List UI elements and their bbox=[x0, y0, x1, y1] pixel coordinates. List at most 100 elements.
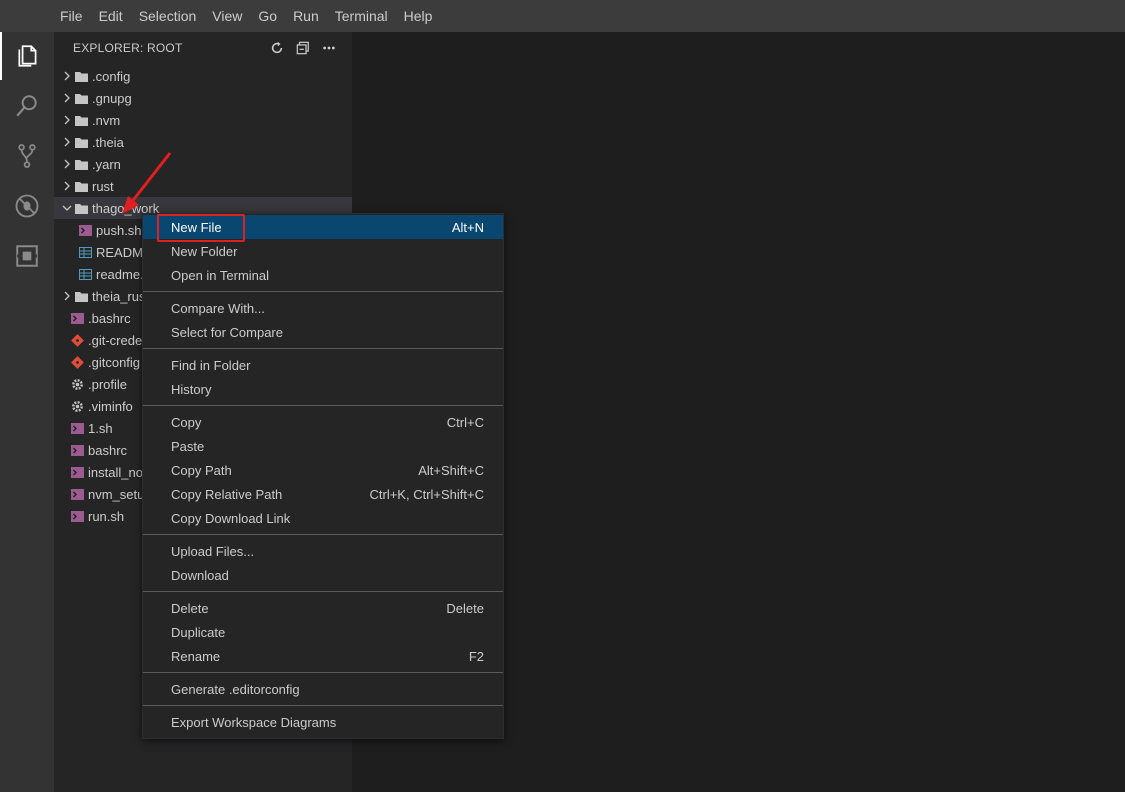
annotation-highlight-box bbox=[157, 214, 245, 242]
shell-icon bbox=[70, 311, 84, 325]
chevron-right-icon[interactable] bbox=[60, 87, 74, 109]
debug-icon[interactable] bbox=[0, 182, 54, 230]
menu-go[interactable]: Go bbox=[250, 0, 285, 32]
chevron-right-icon[interactable] bbox=[60, 153, 74, 175]
search-icon[interactable] bbox=[0, 82, 54, 130]
folder-icon bbox=[74, 289, 88, 303]
refresh-icon[interactable] bbox=[268, 39, 286, 57]
menu-run[interactable]: Run bbox=[285, 0, 327, 32]
tree-item-label: .git-crede bbox=[88, 332, 143, 348]
menu-item-upload-files[interactable]: Upload Files... bbox=[143, 539, 503, 563]
tree-item-label: .theia bbox=[92, 134, 124, 150]
tree-item-label: .viminfo bbox=[88, 398, 133, 414]
explorer-actions bbox=[268, 39, 338, 57]
tree-item-label: .gnupg bbox=[92, 90, 132, 106]
menu-item-compare-with[interactable]: Compare With... bbox=[143, 296, 503, 320]
gear-icon bbox=[70, 399, 84, 413]
tree-item-label: .config bbox=[92, 68, 131, 84]
menu-item-duplicate[interactable]: Duplicate bbox=[143, 620, 503, 644]
menu-help[interactable]: Help bbox=[396, 0, 441, 32]
chevron-down-icon[interactable] bbox=[60, 197, 74, 219]
shell-icon bbox=[70, 443, 84, 457]
tree-folder-item[interactable]: .theia bbox=[54, 131, 352, 153]
menu-item-label: Generate .editorconfig bbox=[171, 681, 300, 697]
menu-item-shortcut: Ctrl+C bbox=[446, 414, 484, 430]
chevron-right-icon[interactable] bbox=[60, 131, 74, 153]
tree-item-label: theia_rus bbox=[92, 288, 146, 304]
menu-item-label: History bbox=[171, 381, 212, 397]
tree-item-label: nvm_setu bbox=[88, 486, 145, 502]
tree-folder-item[interactable]: rust bbox=[54, 175, 352, 197]
explorer-title: EXPLORER: ROOT bbox=[73, 41, 183, 55]
menu-item-rename[interactable]: Rename F2 bbox=[143, 644, 503, 668]
git-icon bbox=[70, 355, 84, 369]
menu-separator bbox=[143, 705, 503, 706]
menu-item-label: Rename bbox=[171, 648, 221, 664]
menu-item-select-for-compare[interactable]: Select for Compare bbox=[143, 320, 503, 344]
menu-item-open-in-terminal[interactable]: Open in Terminal bbox=[143, 263, 503, 287]
menu-item-export-workspace-diagrams[interactable]: Export Workspace Diagrams bbox=[143, 710, 503, 734]
menu-item-delete[interactable]: Delete Delete bbox=[143, 596, 503, 620]
menu-item-label: Upload Files... bbox=[171, 543, 255, 559]
menu-item-label: Select for Compare bbox=[171, 324, 283, 340]
menu-item-label: Copy Path bbox=[171, 462, 232, 478]
chevron-right-icon[interactable] bbox=[60, 285, 74, 307]
tree-item-label: readme. bbox=[96, 266, 144, 282]
shell-icon bbox=[70, 487, 84, 501]
tree-folder-item[interactable]: .gnupg bbox=[54, 87, 352, 109]
menu-item-label: Open in Terminal bbox=[171, 267, 270, 283]
menu-separator bbox=[143, 291, 503, 292]
chevron-right-icon[interactable] bbox=[60, 65, 74, 87]
extensions-icon[interactable] bbox=[0, 232, 54, 280]
menu-item-download[interactable]: Download bbox=[143, 563, 503, 587]
menu-item-shortcut: Alt+Shift+C bbox=[418, 462, 484, 478]
shell-icon bbox=[70, 465, 84, 479]
menu-item-label: Export Workspace Diagrams bbox=[171, 714, 337, 730]
menu-item-label: Download bbox=[171, 567, 229, 583]
menu-file[interactable]: File bbox=[52, 0, 91, 32]
menu-item-paste[interactable]: Paste bbox=[143, 434, 503, 458]
menu-edit[interactable]: Edit bbox=[91, 0, 131, 32]
tree-folder-item[interactable]: .config bbox=[54, 65, 352, 87]
gear-icon bbox=[70, 377, 84, 391]
tree-item-label: run.sh bbox=[88, 508, 125, 524]
menu-item-copy-relative-path[interactable]: Copy Relative Path Ctrl+K, Ctrl+Shift+C bbox=[143, 482, 503, 506]
activity-bar bbox=[0, 32, 54, 792]
source-control-icon[interactable] bbox=[0, 132, 54, 180]
context-menu: New File Alt+N New Folder Open in Terminal C… bbox=[142, 213, 504, 739]
menu-terminal[interactable]: Terminal bbox=[327, 0, 396, 32]
menu-item-copy-path[interactable]: Copy Path Alt+Shift+C bbox=[143, 458, 503, 482]
menu-view[interactable]: View bbox=[204, 0, 250, 32]
menu-item-generate-editorconfig[interactable]: Generate .editorconfig bbox=[143, 677, 503, 701]
menu-item-new-folder[interactable]: New Folder bbox=[143, 239, 503, 263]
menu-item-copy-download-link[interactable]: Copy Download Link bbox=[143, 506, 503, 530]
folder-icon bbox=[74, 201, 88, 215]
folder-icon bbox=[74, 91, 88, 105]
folder-icon bbox=[74, 135, 88, 149]
git-icon bbox=[70, 333, 84, 347]
menu-item-copy[interactable]: Copy Ctrl+C bbox=[143, 410, 503, 434]
tree-item-label: rust bbox=[92, 178, 114, 194]
menu-item-label: Find in Folder bbox=[171, 357, 251, 373]
menu-item-label: Duplicate bbox=[171, 624, 226, 640]
menu-separator bbox=[143, 534, 503, 535]
explorer-header: EXPLORER: ROOT bbox=[54, 32, 352, 64]
menu-selection[interactable]: Selection bbox=[131, 0, 205, 32]
menu-separator bbox=[143, 348, 503, 349]
shell-icon bbox=[78, 223, 92, 237]
menu-item-history[interactable]: History bbox=[143, 377, 503, 401]
menu-item-find-in-folder[interactable]: Find in Folder bbox=[143, 353, 503, 377]
chevron-right-icon[interactable] bbox=[60, 109, 74, 131]
tree-item-label: .yarn bbox=[92, 156, 121, 172]
tree-folder-item[interactable]: .yarn bbox=[54, 153, 352, 175]
tree-item-label: .bashrc bbox=[88, 310, 131, 326]
tree-folder-item[interactable]: .nvm bbox=[54, 109, 352, 131]
folder-icon bbox=[74, 69, 88, 83]
more-actions-icon[interactable] bbox=[320, 39, 338, 57]
menu-item-label: Copy Download Link bbox=[171, 510, 291, 526]
folder-icon bbox=[74, 113, 88, 127]
files-icon[interactable] bbox=[0, 32, 54, 80]
tree-item-label: push.sh bbox=[96, 222, 142, 238]
chevron-right-icon[interactable] bbox=[60, 175, 74, 197]
collapse-all-icon[interactable] bbox=[294, 39, 312, 57]
